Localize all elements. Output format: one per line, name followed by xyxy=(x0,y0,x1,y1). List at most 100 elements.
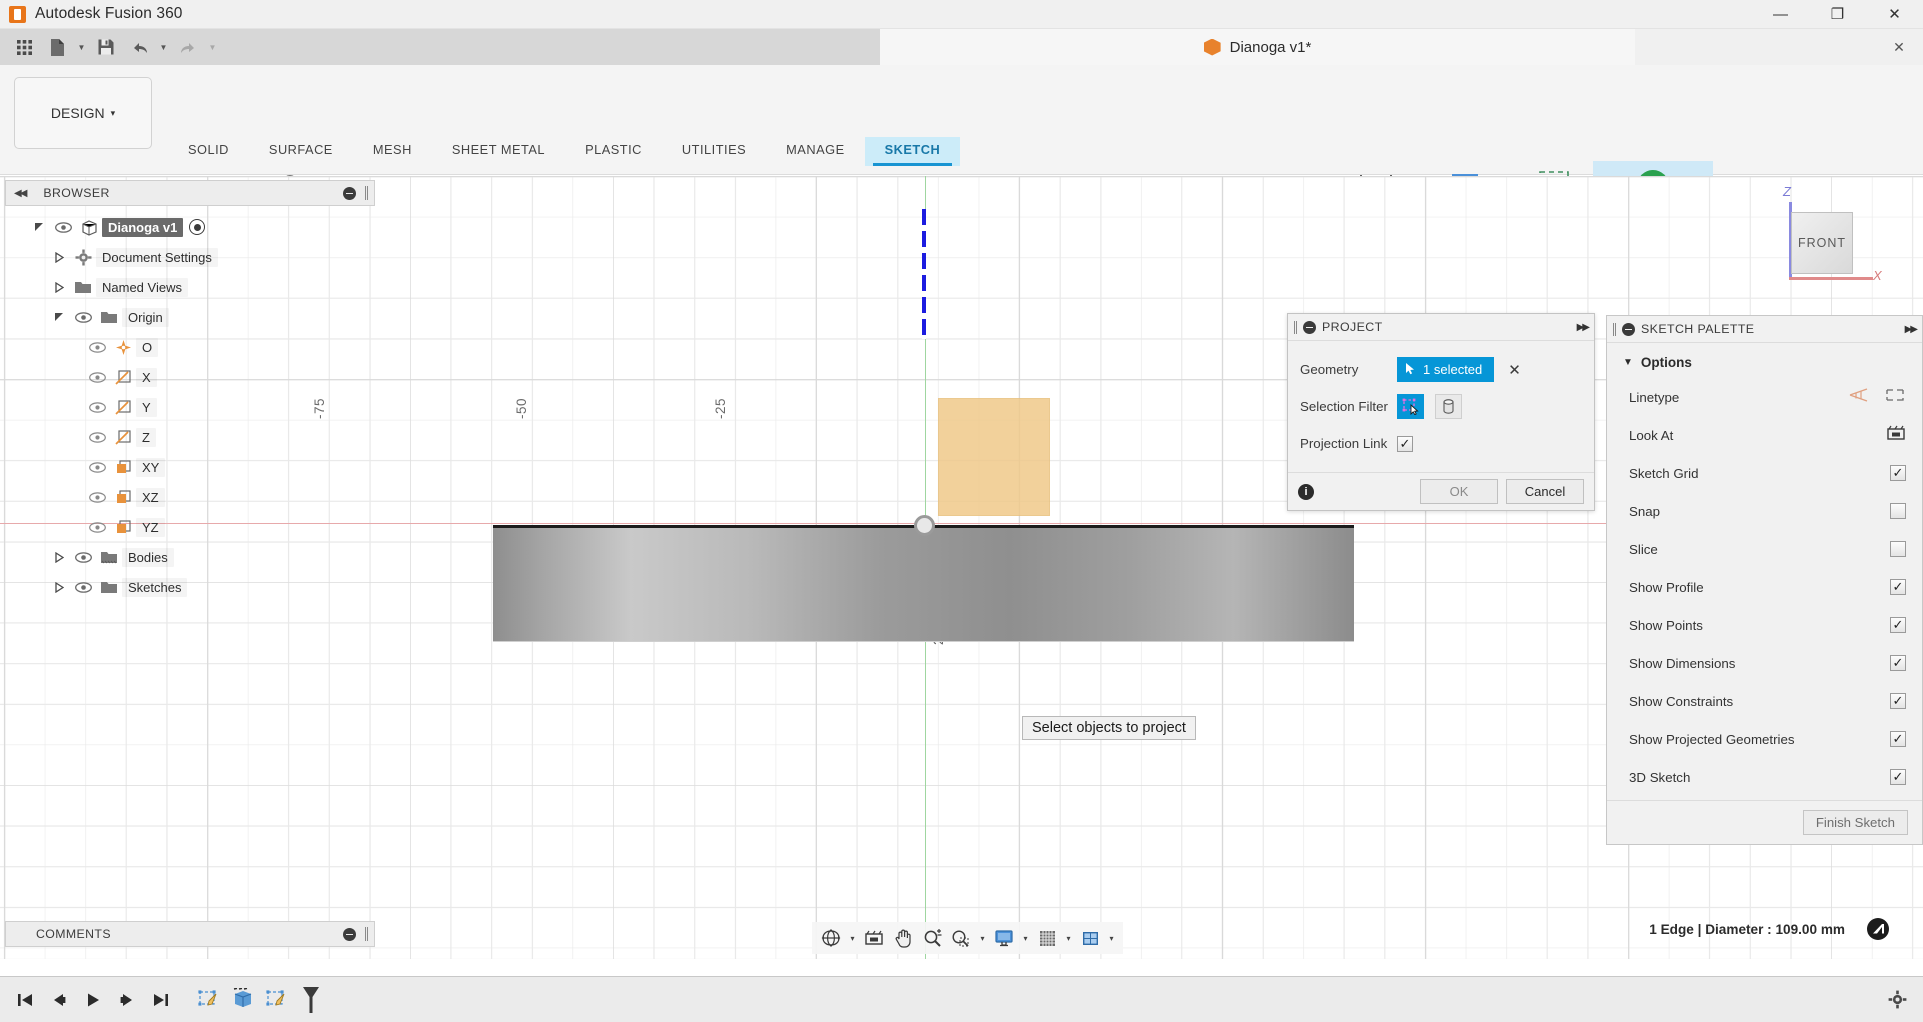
save-icon[interactable] xyxy=(91,32,121,62)
zoom-caret-icon[interactable]: ▾ xyxy=(976,924,989,952)
pan-icon[interactable] xyxy=(889,924,917,952)
twisty-collapsed-icon[interactable] xyxy=(48,551,70,563)
palette-row-show-dimensions[interactable]: Show Dimensions xyxy=(1607,644,1922,682)
new-document-caret-icon[interactable]: ▼ xyxy=(75,32,88,62)
dialog-drag-grip[interactable] xyxy=(1294,320,1297,334)
tree-item-axis-x[interactable]: X xyxy=(12,362,372,392)
tree-item-plane-yz[interactable]: YZ xyxy=(12,512,372,542)
expand-right-icon[interactable]: ▶▶ xyxy=(1577,322,1590,333)
minimize-icon[interactable] xyxy=(1303,320,1316,334)
info-icon[interactable]: i xyxy=(1298,483,1314,500)
jump-to-beginning-icon[interactable] xyxy=(10,985,40,1015)
tree-item-plane-xz[interactable]: XZ xyxy=(12,482,372,512)
twisty-expanded-icon[interactable] xyxy=(48,312,70,323)
view-cube-face[interactable]: FRONT xyxy=(1791,212,1853,274)
sketch-grid-checkbox[interactable] xyxy=(1890,465,1906,481)
browser-resize-grip[interactable] xyxy=(365,186,368,200)
minimize-window-button[interactable]: — xyxy=(1752,0,1809,29)
visibility-eye-icon[interactable] xyxy=(84,456,110,478)
redo-caret-icon[interactable]: ▼ xyxy=(206,32,219,62)
twisty-collapsed-icon[interactable] xyxy=(48,251,70,263)
show-constraints-checkbox[interactable] xyxy=(1890,693,1906,709)
minimize-icon[interactable] xyxy=(343,186,356,200)
undo-icon[interactable] xyxy=(124,32,154,62)
construction-line-icon[interactable] xyxy=(1848,386,1870,409)
step-back-icon[interactable] xyxy=(44,985,74,1015)
close-window-button[interactable]: ✕ xyxy=(1866,0,1923,29)
timeline-settings-icon[interactable] xyxy=(1885,988,1909,1012)
palette-row-3d-sketch[interactable]: 3D Sketch xyxy=(1607,758,1922,796)
tree-item-document-settings[interactable]: Document Settings xyxy=(12,242,372,272)
ok-button[interactable]: OK xyxy=(1420,479,1498,504)
model-body[interactable] xyxy=(493,525,1354,642)
viewports-icon[interactable] xyxy=(1076,924,1104,952)
cancel-button[interactable]: Cancel xyxy=(1506,479,1584,504)
visibility-eye-icon[interactable] xyxy=(70,306,96,328)
zoom-window-icon[interactable] xyxy=(947,924,975,952)
twisty-expanded-icon[interactable] xyxy=(28,222,50,233)
document-tab[interactable]: Dianoga v1* xyxy=(880,29,1635,65)
sketch-profile-region[interactable] xyxy=(938,398,1050,516)
look-at-icon[interactable] xyxy=(1886,424,1906,447)
workspace-switcher-button[interactable]: DESIGN ▾ xyxy=(14,77,152,149)
look-at-icon[interactable] xyxy=(860,924,888,952)
show-points-checkbox[interactable] xyxy=(1890,617,1906,633)
palette-drag-grip[interactable] xyxy=(1613,322,1616,336)
tree-item-sketches[interactable]: Sketches xyxy=(12,572,372,602)
connected-faces-icon[interactable] xyxy=(1435,394,1462,419)
expand-right-icon[interactable]: ▶▶ xyxy=(1905,324,1918,335)
geometry-selection-chip[interactable]: 1 selected xyxy=(1397,357,1495,382)
visibility-eye-icon[interactable] xyxy=(84,336,110,358)
visibility-eye-icon[interactable] xyxy=(84,486,110,508)
visibility-eye-icon[interactable] xyxy=(84,366,110,388)
minimize-icon[interactable] xyxy=(1622,322,1635,336)
zoom-icon[interactable] xyxy=(918,924,946,952)
visibility-eye-icon[interactable] xyxy=(84,426,110,448)
tree-item-dianoga[interactable]: Dianoga v1 xyxy=(12,212,372,242)
finish-sketch-button[interactable]: Finish Sketch xyxy=(1802,810,1908,835)
slice-checkbox[interactable] xyxy=(1890,541,1906,557)
display-settings-icon[interactable] xyxy=(990,924,1018,952)
twisty-collapsed-icon[interactable] xyxy=(48,581,70,593)
undo-caret-icon[interactable]: ▼ xyxy=(157,32,170,62)
specified-entities-icon[interactable] xyxy=(1397,394,1424,419)
activate-component-radio[interactable] xyxy=(189,219,206,235)
palette-row-linetype[interactable]: Linetype xyxy=(1607,378,1922,416)
display-caret-icon[interactable]: ▾ xyxy=(1019,924,1032,952)
view-cube[interactable]: Z X FRONT xyxy=(1763,184,1883,294)
grid-icon[interactable] xyxy=(9,32,39,62)
document-tab-close-icon[interactable]: ✕ xyxy=(1891,39,1907,55)
palette-row-slice[interactable]: Slice xyxy=(1607,530,1922,568)
extrude-feature-icon[interactable] xyxy=(228,985,258,1015)
tree-item-named-views[interactable]: Named Views xyxy=(12,272,372,302)
3d-sketch-checkbox[interactable] xyxy=(1890,769,1906,785)
visibility-eye-icon[interactable] xyxy=(70,576,96,598)
visibility-eye-icon[interactable] xyxy=(50,216,76,238)
collapse-left-icon[interactable]: ◀◀ xyxy=(14,188,27,199)
step-forward-icon[interactable] xyxy=(112,985,142,1015)
orbit-caret-icon[interactable]: ▾ xyxy=(846,924,859,952)
grid-snaps-icon[interactable] xyxy=(1033,924,1061,952)
tree-item-bodies[interactable]: Bodies xyxy=(12,542,372,572)
play-icon[interactable] xyxy=(78,985,108,1015)
palette-row-snap[interactable]: Snap xyxy=(1607,492,1922,530)
viewports-caret-icon[interactable]: ▾ xyxy=(1105,924,1118,952)
visibility-eye-icon[interactable] xyxy=(70,546,96,568)
maximize-window-button[interactable]: ❐ xyxy=(1809,0,1866,29)
twisty-collapsed-icon[interactable] xyxy=(48,281,70,293)
show-profile-checkbox[interactable] xyxy=(1890,579,1906,595)
show-dimensions-checkbox[interactable] xyxy=(1890,655,1906,671)
show-projected-geometries-checkbox[interactable] xyxy=(1890,731,1906,747)
centerline-icon[interactable] xyxy=(1884,386,1906,409)
tree-item-plane-xy[interactable]: XY xyxy=(12,452,372,482)
tree-item-origin-point[interactable]: O xyxy=(12,332,372,362)
projection-link-checkbox[interactable] xyxy=(1397,435,1413,452)
tree-item-origin[interactable]: Origin xyxy=(12,302,372,332)
jump-to-end-icon[interactable] xyxy=(146,985,176,1015)
grid-caret-icon[interactable]: ▾ xyxy=(1062,924,1075,952)
palette-row-look-at[interactable]: Look At xyxy=(1607,416,1922,454)
comments-resize-grip[interactable] xyxy=(365,927,368,941)
palette-row-show-profile[interactable]: Show Profile xyxy=(1607,568,1922,606)
comments-panel[interactable]: COMMENTS xyxy=(5,921,375,947)
tree-item-axis-y[interactable]: Y xyxy=(12,392,372,422)
